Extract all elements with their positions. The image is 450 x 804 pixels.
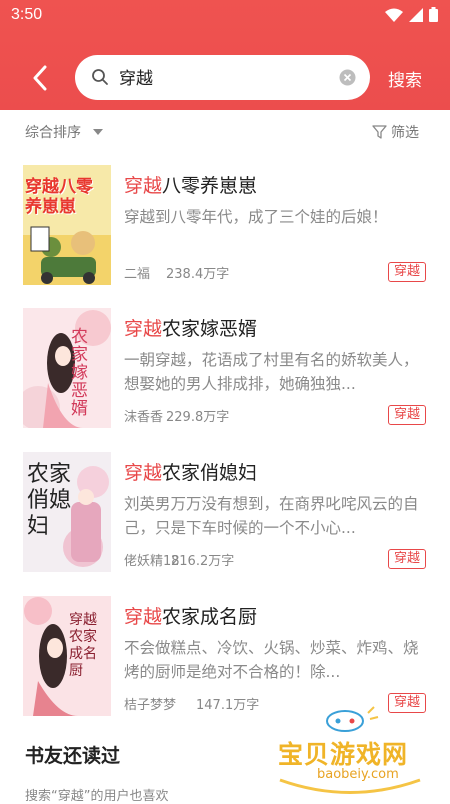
book-title-rest: 八零养崽崽 (162, 175, 258, 197)
book-title: 穿越八零养崽崽 (124, 171, 257, 198)
book-tag: 穿越 (388, 262, 426, 282)
book-item[interactable]: 农家嫁恶婿 穿越农家嫁恶婿 一朝穿越，花语成了村里有名的娇软美人，想娶她的男人排… (0, 308, 450, 432)
book-description: 穿越到八零年代，成了三个娃的后娘！ (124, 208, 388, 226)
book-author: 二福 (124, 267, 151, 282)
book-description: 刘英男万万没有想到，在商界叱咤风云的自己，只是下车时候的一个不小心... (124, 495, 419, 537)
book-word-count: 147.1万字 (196, 698, 260, 713)
book-author: 桔子梦梦 (124, 698, 177, 713)
status-time: 3:50 (11, 6, 43, 23)
sort-dropdown[interactable]: 综合排序 (25, 122, 81, 142)
book-title: 穿越农家成名厨 (124, 602, 257, 629)
status-icons (385, 7, 438, 22)
book-title-highlight: 穿越 (124, 175, 163, 197)
section-title: 书友还读过 (25, 745, 121, 767)
book-word-count: 238.4万字 (166, 267, 230, 282)
top-header: 3:50 搜索 (0, 0, 450, 110)
book-cover: 农家嫁恶婿 (23, 308, 111, 428)
book-title-rest: 农家成名厨 (162, 606, 258, 628)
watermark-text: 宝贝游戏网 (278, 740, 409, 769)
book-tag: 穿越 (388, 549, 426, 569)
watermark: 宝贝游戏网 baobeiy.com (270, 705, 430, 800)
cover-title: 农家俏媳妇 (27, 462, 72, 539)
caret-down-icon (93, 129, 103, 135)
filter-label: 筛选 (391, 125, 419, 141)
book-word-count: 216.2万字 (171, 554, 235, 569)
battery-icon (429, 7, 438, 22)
filter-bar: 综合排序 筛选 (0, 110, 450, 152)
book-tag: 穿越 (388, 405, 426, 425)
book-item[interactable]: 穿越八零养崽崽 穿越八零养崽崽 穿越到八零年代，成了三个娃的后娘！ 二福 238… (0, 165, 450, 289)
search-button[interactable]: 搜索 (388, 66, 422, 91)
book-title-highlight: 穿越 (124, 462, 163, 484)
signal-icon (409, 7, 423, 22)
book-title-rest: 农家俏媳妇 (162, 462, 258, 484)
cover-title: 农家嫁恶婿 (71, 327, 88, 419)
status-bar: 3:50 (0, 0, 450, 32)
back-button[interactable] (22, 60, 58, 96)
book-title-highlight: 穿越 (124, 318, 163, 340)
book-title-rest: 农家嫁恶婿 (162, 318, 258, 340)
cover-title: 穿越农家成名厨 (69, 612, 97, 679)
book-author: 沫香香 (124, 410, 164, 425)
wifi-icon (385, 8, 403, 22)
book-title-highlight: 穿越 (124, 606, 163, 628)
book-item[interactable]: 穿越农家成名厨 穿越农家成名厨 不会做糕点、冷饮、火锅、炒菜、炸鸡、烧烤的厨师是… (0, 596, 450, 720)
cover-title: 穿越八零养崽崽 (25, 177, 93, 217)
cover-image (23, 308, 111, 428)
book-cover: 穿越八零养崽崽 (23, 165, 111, 285)
book-item[interactable]: 农家俏媳妇 穿越农家俏媳妇 刘英男万万没有想到，在商界叱咤风云的自己，只是下车时… (0, 452, 450, 576)
book-cover: 农家俏媳妇 (23, 452, 111, 572)
book-title: 穿越农家嫁恶婿 (124, 314, 257, 341)
filter-icon (372, 125, 387, 139)
search-input[interactable] (119, 66, 339, 86)
clear-icon[interactable] (339, 69, 356, 86)
chevron-left-icon (33, 65, 47, 91)
book-title: 穿越农家俏媳妇 (124, 458, 257, 485)
book-cover: 穿越农家成名厨 (23, 596, 111, 716)
book-word-count: 229.8万字 (166, 410, 230, 425)
search-icon (92, 69, 108, 85)
filter-button[interactable]: 筛选 (372, 122, 419, 142)
book-description: 一朝穿越，花语成了村里有名的娇软美人，想娶她的男人排成排，她确独独... (124, 351, 419, 393)
section-subtitle: 搜索“穿越”的用户也喜欢 (25, 789, 169, 804)
book-description: 不会做糕点、冷饮、火锅、炒菜、炸鸡、烧烤的厨师是绝对不合格的！除... (124, 639, 419, 681)
watermark-url: baobeiy.com (317, 767, 399, 782)
search-box[interactable] (75, 55, 370, 100)
